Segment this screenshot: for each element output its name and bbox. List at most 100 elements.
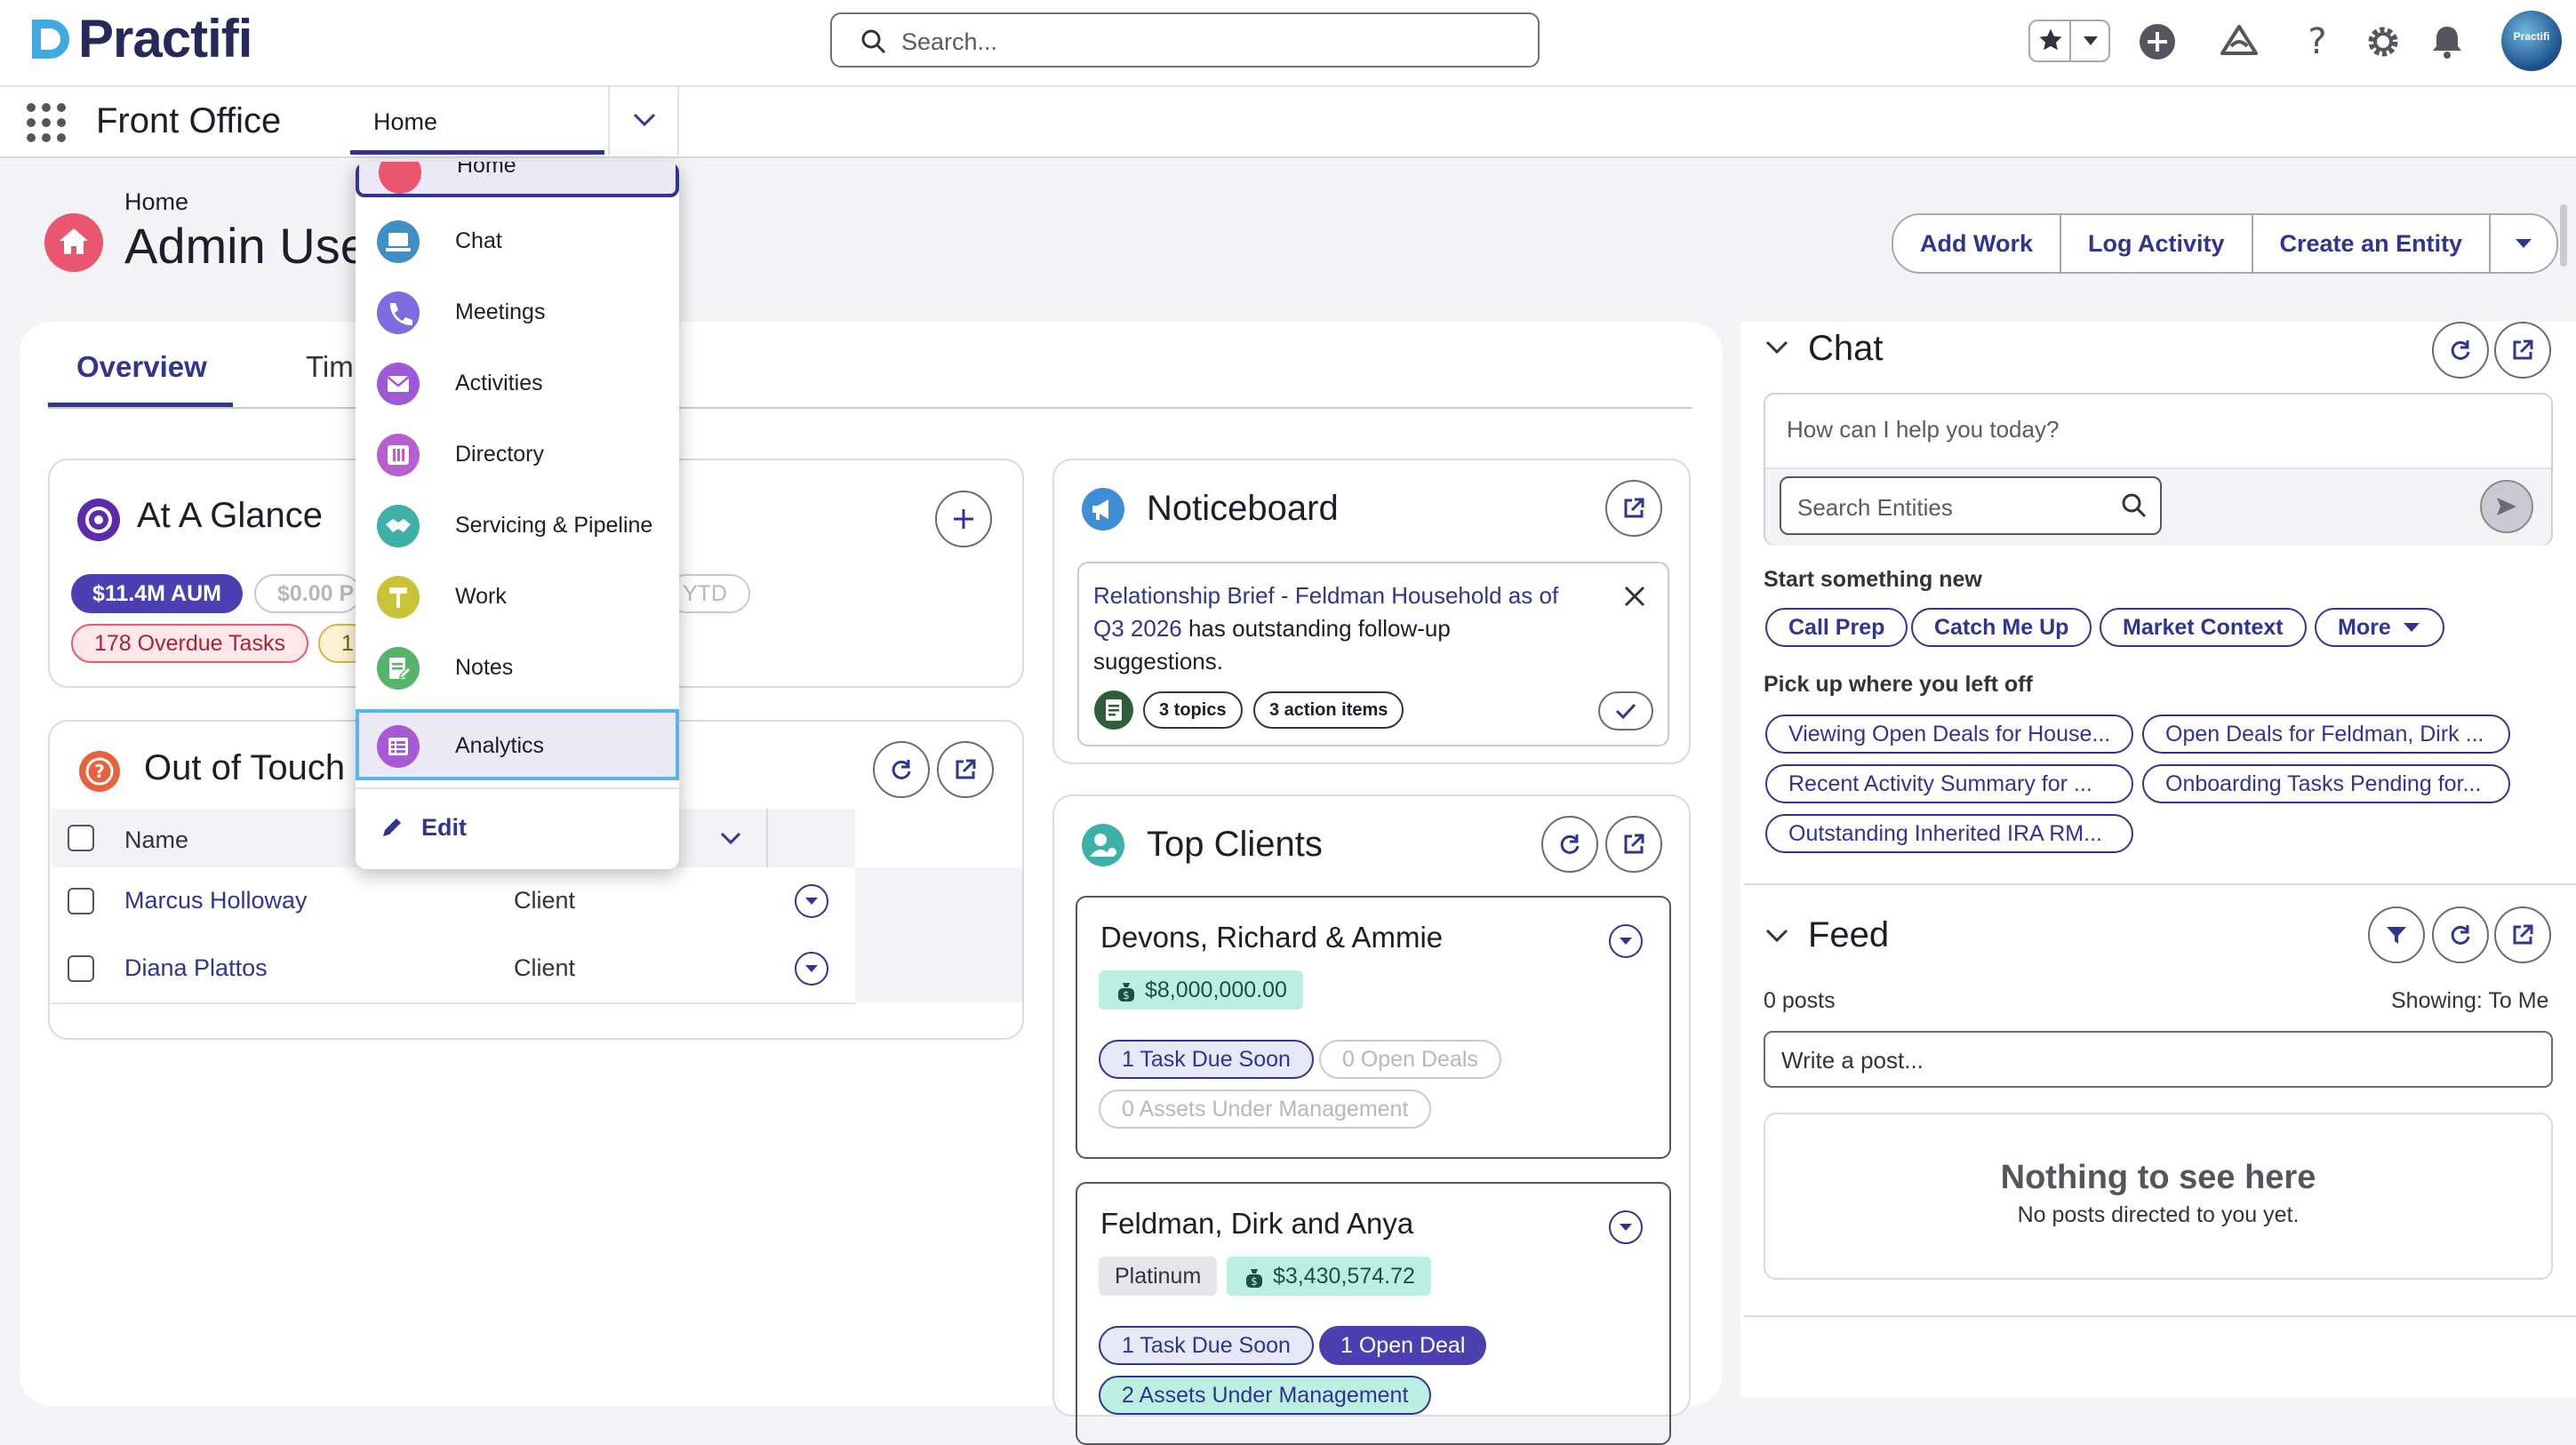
table-empty-area xyxy=(855,867,1022,1002)
market-context-chip[interactable]: Market Context xyxy=(2100,608,2307,647)
chat-refresh-button[interactable] xyxy=(2432,322,2489,379)
open-deals-badge[interactable]: 1 Open Deal xyxy=(1319,1326,1487,1365)
menu-item-chat[interactable]: Chat xyxy=(356,204,679,275)
chevron-down-icon[interactable] xyxy=(2082,34,2100,48)
aum-count-badge[interactable]: 0 Assets Under Management xyxy=(1099,1090,1432,1129)
chevron-down-icon[interactable] xyxy=(720,832,741,846)
refresh-button[interactable] xyxy=(1541,816,1598,873)
post-input[interactable]: Write a post... xyxy=(1764,1031,2553,1088)
menu-item-work[interactable]: Work xyxy=(356,560,679,631)
mark-done-button[interactable] xyxy=(1598,691,1653,730)
panel-scrollbar[interactable] xyxy=(2560,204,2567,267)
notice-link-cont[interactable]: Q3 2026 xyxy=(1093,615,1182,642)
topics-badge[interactable]: 3 topics xyxy=(1143,691,1243,729)
trailhead-icon[interactable] xyxy=(2217,20,2261,64)
client-type: Client xyxy=(514,954,576,981)
star-icon[interactable] xyxy=(2037,27,2064,53)
edit-nav-button[interactable]: Edit xyxy=(421,814,467,842)
add-work-button[interactable]: Add Work xyxy=(1893,215,2061,272)
chat-open-external-button[interactable] xyxy=(2494,322,2551,379)
book-icon xyxy=(377,434,420,476)
menu-item-servicing-pipeline[interactable]: Servicing & Pipeline xyxy=(356,489,679,560)
feed-title: Feed xyxy=(1808,915,1890,954)
more-actions-button[interactable] xyxy=(2491,215,2556,272)
feed-open-external-button[interactable] xyxy=(2494,906,2551,963)
gear-icon[interactable] xyxy=(2361,20,2405,64)
collapse-chevron-icon[interactable] xyxy=(1765,928,1788,944)
resume-chip[interactable]: Open Deals for Feldman, Dirk ... xyxy=(2142,715,2510,754)
tab-timeline[interactable]: Tim xyxy=(306,350,354,384)
log-activity-button[interactable]: Log Activity xyxy=(2061,215,2253,272)
feed-showing[interactable]: Showing: To Me xyxy=(2391,988,2548,1014)
noticeboard-title: Noticeboard xyxy=(1147,489,1339,528)
task-due-badge[interactable]: 1 Task Due Soon xyxy=(1099,1326,1314,1365)
practifi-logo[interactable]: Practifi xyxy=(27,12,252,66)
menu-item-activities[interactable]: Activities xyxy=(356,347,679,418)
filter-icon xyxy=(2387,927,2406,944)
resume-chip[interactable]: Viewing Open Deals for House... xyxy=(1765,715,2133,754)
open-external-button[interactable] xyxy=(1605,480,1662,537)
caret-down-icon xyxy=(2516,239,2532,248)
client-name-link[interactable]: Marcus Holloway xyxy=(124,887,308,914)
call-prep-chip[interactable]: Call Prep xyxy=(1765,608,1908,647)
open-external-button[interactable] xyxy=(1605,816,1662,873)
row-checkbox[interactable] xyxy=(68,955,94,982)
add-glance-button[interactable] xyxy=(935,491,992,547)
more-chip[interactable]: More xyxy=(2315,608,2444,647)
client-name[interactable]: Feldman, Dirk and Anya xyxy=(1100,1207,1413,1241)
feed-filter-button[interactable] xyxy=(2368,906,2425,963)
open-external-button[interactable] xyxy=(937,741,994,798)
notice-link[interactable]: Relationship Brief - Feldman Household a… xyxy=(1093,582,1558,609)
table-row[interactable]: Marcus Holloway Client xyxy=(52,867,855,937)
aum-count-badge[interactable]: 2 Assets Under Management xyxy=(1099,1376,1432,1415)
client-card[interactable]: Feldman, Dirk and Anya Platinum $3,430,5… xyxy=(1076,1182,1671,1445)
row-actions-button[interactable] xyxy=(795,952,828,986)
row-actions-button[interactable] xyxy=(795,884,828,918)
row-checkbox[interactable] xyxy=(68,888,94,914)
refresh-button[interactable] xyxy=(873,741,930,798)
add-icon[interactable] xyxy=(2135,20,2180,64)
column-name[interactable]: Name xyxy=(124,826,188,854)
client-actions-button[interactable] xyxy=(1609,1210,1643,1244)
resume-chip[interactable]: Outstanding Inherited IRA RM... xyxy=(1765,814,2133,853)
catch-me-up-chip[interactable]: Catch Me Up xyxy=(1911,608,2092,647)
collapse-chevron-icon[interactable] xyxy=(1765,339,1788,355)
favorites-button-group[interactable] xyxy=(2028,20,2110,62)
aum-badge[interactable]: $11.4M AUM xyxy=(71,574,243,613)
client-name[interactable]: Devons, Richard & Ammie xyxy=(1100,921,1443,954)
close-icon[interactable] xyxy=(1621,583,1648,610)
menu-item-directory[interactable]: Directory xyxy=(356,418,679,489)
chat-prompt-input[interactable]: How can I help you today? xyxy=(1787,416,2059,443)
out-of-touch-title: Out of Touch xyxy=(144,748,346,787)
menu-item-analytics[interactable]: Analytics xyxy=(356,709,679,780)
send-button[interactable] xyxy=(2480,480,2533,533)
refresh-icon xyxy=(2451,340,2470,360)
resume-chip[interactable]: Onboarding Tasks Pending for... xyxy=(2142,764,2510,803)
menu-item-notes[interactable]: Notes xyxy=(356,631,679,702)
action-items-badge[interactable]: 3 action items xyxy=(1253,691,1404,729)
glance-badge[interactable]: $0.00 P xyxy=(254,574,361,613)
overdue-tasks-badge[interactable]: 178 Overdue Tasks xyxy=(71,624,308,663)
user-avatar[interactable]: Practifi xyxy=(2501,11,2562,71)
nav-menu-toggle[interactable] xyxy=(608,87,679,155)
ytd-badge[interactable]: YTD xyxy=(667,574,750,613)
task-due-badge[interactable]: 1 Task Due Soon xyxy=(1099,1040,1314,1079)
open-deals-badge[interactable]: 0 Open Deals xyxy=(1319,1040,1501,1079)
client-name-link[interactable]: Diana Plattos xyxy=(124,954,268,982)
client-card[interactable]: Devons, Richard & Ammie $8,000,000.00 $ … xyxy=(1076,896,1671,1159)
create-entity-button[interactable]: Create an Entity xyxy=(2253,215,2492,272)
menu-item-meetings[interactable]: Meetings xyxy=(356,275,679,347)
table-row[interactable]: Diana Plattos Client xyxy=(52,935,855,1004)
feed-refresh-button[interactable] xyxy=(2432,906,2489,963)
select-all-checkbox[interactable] xyxy=(68,825,94,851)
menu-item-home[interactable]: Home xyxy=(356,162,679,197)
app-launcher-icon[interactable] xyxy=(27,103,66,142)
nav-tab-home[interactable]: Home xyxy=(350,87,604,155)
global-search[interactable]: Search... xyxy=(830,12,1540,68)
help-icon[interactable]: ? xyxy=(2295,20,2340,64)
entity-search-input[interactable]: Search Entities xyxy=(1780,476,2162,535)
client-actions-button[interactable] xyxy=(1609,924,1643,958)
bell-icon[interactable] xyxy=(2425,20,2469,64)
resume-chip[interactable]: Recent Activity Summary for ... xyxy=(1765,764,2133,803)
tab-overview[interactable]: Overview xyxy=(48,345,233,407)
